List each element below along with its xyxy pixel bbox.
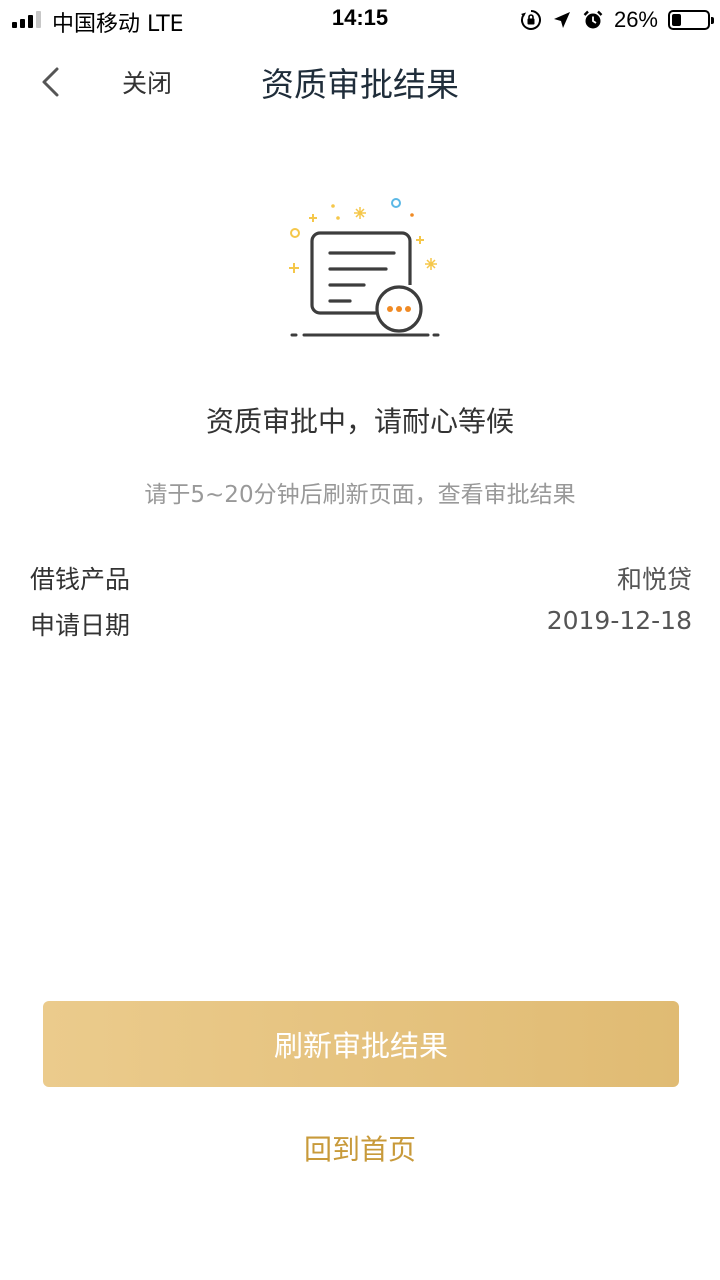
back-to-home-link[interactable]: 回到首页: [0, 1128, 720, 1168]
approval-status-title: 资质审批中，请耐心等候: [205, 405, 514, 438]
approval-status-hint: 请于5~20分钟后刷新页面，查看审批结果: [144, 482, 576, 508]
status-indicators: 26%: [520, 6, 714, 34]
battery-percent: 26%: [613, 7, 658, 32]
date-label: 申请日期: [30, 611, 131, 640]
date-value: 2019-12-18: [546, 606, 692, 635]
document-pending-icon: [278, 195, 442, 345]
product-label: 借钱产品: [30, 565, 131, 594]
navigation-bar: 关闭 资质审批结果: [0, 40, 720, 122]
info-row-date: 申请日期 2019-12-18: [30, 606, 692, 642]
battery-icon: [668, 10, 714, 30]
location-arrow-icon: [553, 12, 570, 28]
product-value: 和悦贷: [616, 565, 692, 594]
page-title: 资质审批结果: [261, 65, 459, 104]
info-row-product: 借钱产品 和悦贷: [30, 560, 692, 596]
orientation-lock-icon: [520, 10, 541, 30]
alarm-icon: [583, 10, 603, 29]
status-bar: 中国移动 LTE 14:15 26%: [0, 0, 720, 40]
refresh-result-button[interactable]: 刷新审批结果: [43, 1001, 679, 1087]
